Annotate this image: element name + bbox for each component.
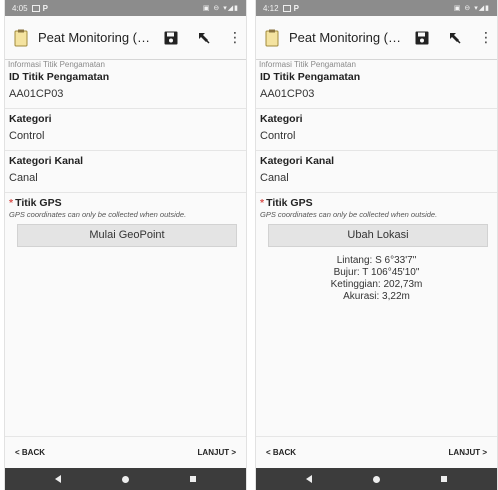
back-triangle-icon[interactable] xyxy=(55,475,62,483)
required-mark: * xyxy=(260,197,265,209)
field-value-canal-category[interactable]: Canal xyxy=(5,168,246,189)
section-header: Informasi Titik Pengamatan xyxy=(8,60,105,69)
form-content: Informasi Titik Pengamatan ID Titik Peng… xyxy=(5,60,246,247)
status-time: 4:05 xyxy=(12,3,28,13)
field-value-id[interactable]: AA01CP03 xyxy=(256,84,497,105)
section-header: Informasi Titik Pengamatan xyxy=(259,60,356,69)
gps-hint: GPS coordinates can only be collected wh… xyxy=(9,210,187,219)
bottom-nav: < BACK LANJUT > xyxy=(5,436,246,468)
save-icon[interactable] xyxy=(164,31,178,45)
back-button[interactable]: < BACK xyxy=(266,448,296,457)
field-label-category: Kategori xyxy=(9,113,52,125)
field-value-category[interactable]: Control xyxy=(5,126,246,147)
location-readout: Lintang: S 6°33'7" Bujur: T 106°45'10" K… xyxy=(256,255,497,303)
gps-label-text: Titik GPS xyxy=(266,197,313,209)
back-triangle-icon[interactable] xyxy=(306,475,313,483)
form-content: Informasi Titik Pengamatan ID Titik Peng… xyxy=(256,60,497,303)
latitude-text: Lintang: S 6°33'7" xyxy=(336,255,417,266)
divider xyxy=(256,150,497,151)
field-label-id: ID Titik Pengamatan xyxy=(9,71,110,83)
toolbar-title: Peat Monitoring (… xyxy=(38,30,150,45)
bottom-nav: < BACK LANJUT > xyxy=(256,436,497,468)
parking-icon: P xyxy=(293,3,299,13)
field-label-gps: * Titik GPS xyxy=(256,196,497,210)
home-circle-icon[interactable] xyxy=(121,475,129,483)
clipboard-icon xyxy=(265,29,279,46)
divider xyxy=(256,192,497,193)
toolbar: Peat Monitoring (… ⋮ xyxy=(256,16,497,60)
save-icon[interactable] xyxy=(415,31,429,45)
status-bar: 4:05 P ▣ ⊖ ▾◢▮ xyxy=(5,0,246,16)
system-nav-bar xyxy=(5,468,246,490)
change-location-button[interactable]: Ubah Lokasi xyxy=(268,224,488,247)
field-label-canal-category: Kategori Kanal xyxy=(9,155,84,167)
phone-screen-left: 4:05 P ▣ ⊖ ▾◢▮ Peat Monitoring (… ⋮ Info… xyxy=(4,0,247,490)
notification-icon xyxy=(282,4,291,12)
system-nav-bar xyxy=(256,468,497,490)
toolbar-title: Peat Monitoring (… xyxy=(289,30,401,45)
status-bar: 4:12 P ▣ ⊖ ▾◢▮ xyxy=(256,0,497,16)
field-label-id: ID Titik Pengamatan xyxy=(260,71,361,83)
altitude-text: Ketinggian: 202,73m xyxy=(330,279,423,290)
next-button[interactable]: LANJUT > xyxy=(198,448,236,457)
start-geopoint-button[interactable]: Mulai GeoPoint xyxy=(17,224,237,247)
accuracy-text: Akurasi: 3,22m xyxy=(343,291,410,302)
goto-pin-icon[interactable] xyxy=(449,32,461,44)
phone-screen-right: 4:12 P ▣ ⊖ ▾◢▮ Peat Monitoring (… ⋮ Info… xyxy=(255,0,498,490)
required-mark: * xyxy=(9,197,14,209)
recents-square-icon[interactable] xyxy=(189,476,196,482)
field-label-canal-category: Kategori Kanal xyxy=(260,155,335,167)
status-time: 4:12 xyxy=(263,3,279,13)
divider xyxy=(5,192,246,193)
divider xyxy=(5,150,246,151)
goto-pin-icon[interactable] xyxy=(198,32,210,44)
field-value-category[interactable]: Control xyxy=(256,126,497,147)
field-label-gps: * Titik GPS xyxy=(5,196,246,210)
more-options-icon[interactable]: ⋮ xyxy=(228,29,242,46)
back-button[interactable]: < BACK xyxy=(15,448,45,457)
system-status-icons: ▣ ⊖ ▾◢▮ xyxy=(453,5,490,12)
divider xyxy=(256,108,497,109)
system-status-icons: ▣ ⊖ ▾◢▮ xyxy=(202,5,239,12)
divider xyxy=(5,108,246,109)
longitude-text: Bujur: T 106°45'10" xyxy=(333,267,420,278)
recents-square-icon[interactable] xyxy=(440,476,447,482)
clipboard-icon xyxy=(14,29,28,46)
parking-icon: P xyxy=(42,3,48,13)
field-value-canal-category[interactable]: Canal xyxy=(256,168,497,189)
next-button[interactable]: LANJUT > xyxy=(449,448,487,457)
gps-label-text: Titik GPS xyxy=(15,197,62,209)
field-label-category: Kategori xyxy=(260,113,303,125)
field-value-id[interactable]: AA01CP03 xyxy=(5,84,246,105)
home-circle-icon[interactable] xyxy=(372,475,380,483)
notification-icon xyxy=(31,4,40,12)
gps-hint: GPS coordinates can only be collected wh… xyxy=(260,210,438,219)
toolbar: Peat Monitoring (… ⋮ xyxy=(5,16,246,60)
more-options-icon[interactable]: ⋮ xyxy=(479,29,493,46)
